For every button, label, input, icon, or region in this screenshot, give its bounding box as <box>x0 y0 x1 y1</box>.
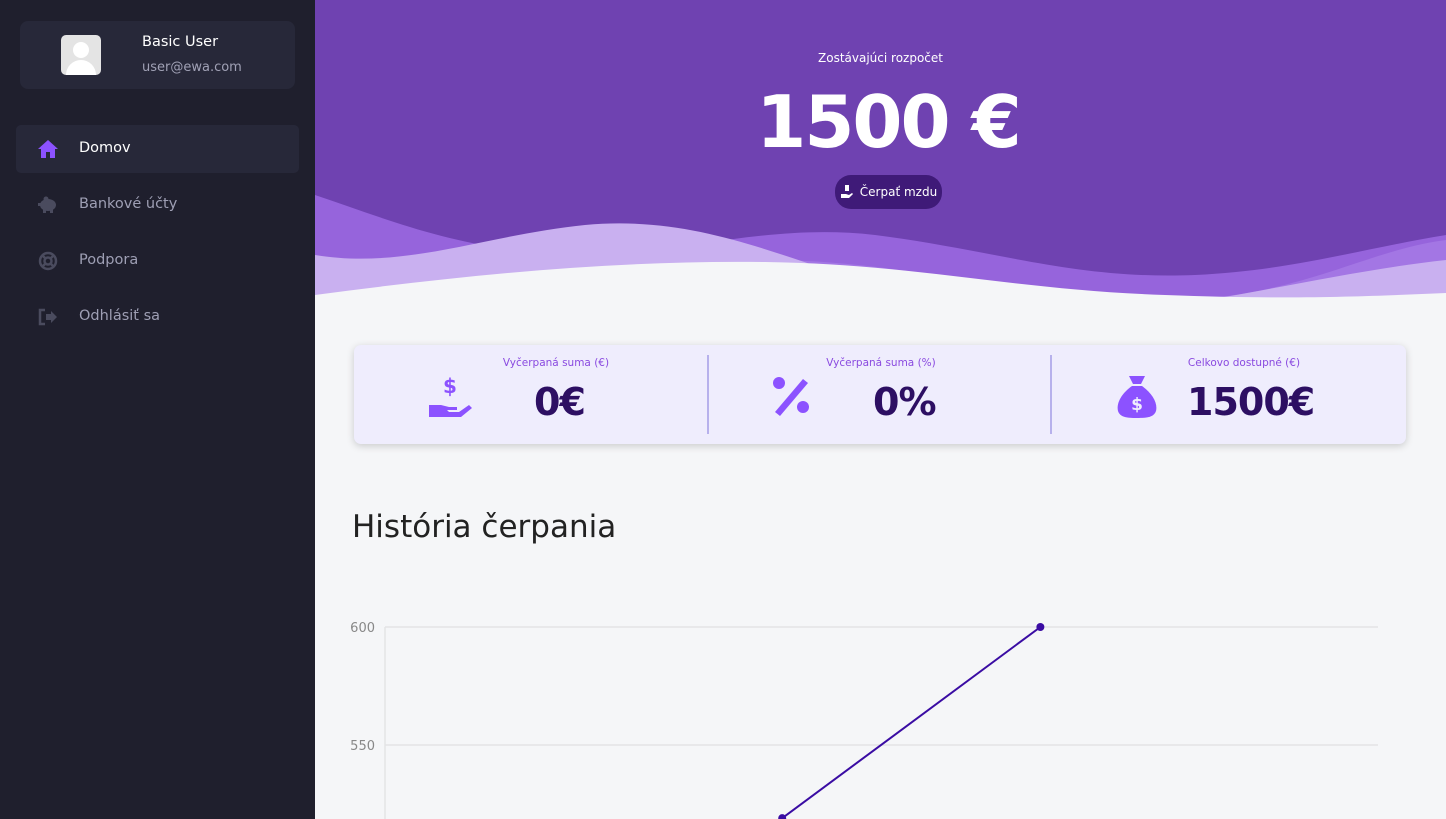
hand-money-icon <box>840 185 853 198</box>
hero-label: Zostávajúci rozpočet <box>818 51 943 65</box>
stat-caption: Vyčerpaná suma (%) <box>826 357 936 369</box>
logout-icon <box>38 308 57 326</box>
stat-value: 1500€ <box>1187 380 1315 424</box>
history-title: História čerpania <box>352 509 617 545</box>
user-name: Basic User <box>142 34 219 50</box>
hand-dollar-icon: $ <box>429 375 472 417</box>
home-icon <box>38 140 58 158</box>
main-content: Zostávajúci rozpočet 1500 € Čerpať mzdu … <box>315 0 1446 819</box>
avatar <box>61 35 101 75</box>
draw-salary-label: Čerpať mzdu <box>859 185 938 199</box>
user-email: user@ewa.com <box>142 60 242 75</box>
y-tick-label: 600 <box>350 621 375 636</box>
sidebar: Basic User user@ewa.com Domov Bankové úč… <box>0 0 315 819</box>
sidebar-nav: Domov Bankové účty Podpora Odhlásiť sa <box>16 125 299 349</box>
stat-caption: Celkovo dostupné (€) <box>1187 357 1301 369</box>
percent-icon <box>773 377 809 416</box>
series-line <box>781 626 1041 819</box>
sidebar-item-bankove-ucty[interactable]: Bankové účty <box>16 181 299 229</box>
stat-value: 0% <box>873 380 937 424</box>
sidebar-item-label: Podpora <box>79 252 139 268</box>
user-profile-card[interactable]: Basic User user@ewa.com <box>20 21 295 89</box>
sidebar-item-podpora[interactable]: Podpora <box>16 237 299 285</box>
svg-text:$: $ <box>1131 395 1143 415</box>
y-tick-label: 550 <box>350 739 375 754</box>
sidebar-item-domov[interactable]: Domov <box>16 125 299 173</box>
piggy-bank-icon <box>38 196 56 213</box>
sidebar-item-label: Odhlásiť sa <box>79 308 161 324</box>
sidebar-item-odhlasit-sa[interactable]: Odhlásiť sa <box>16 293 299 341</box>
budget-hero: Zostávajúci rozpočet 1500 € Čerpať mzdu <box>315 0 1446 330</box>
hero-wave-background <box>315 0 1446 330</box>
sidebar-item-label: Bankové účty <box>79 196 178 212</box>
stat-value: 0€ <box>534 380 586 424</box>
data-point[interactable] <box>1036 623 1045 631</box>
stats-card: Vyčerpaná suma (€) $ 0€ Vyčerpaná suma (… <box>354 345 1406 444</box>
money-bag-icon: $ <box>1117 376 1157 418</box>
sidebar-item-label: Domov <box>79 140 131 156</box>
history-line-chart: 600 550 <box>350 621 1378 819</box>
stat-spent-eur: Vyčerpaná suma (€) $ 0€ <box>354 345 698 444</box>
draw-salary-button[interactable]: Čerpať mzdu <box>835 175 942 209</box>
remaining-budget-value: 1500 € <box>756 80 1022 164</box>
svg-text:$: $ <box>443 375 457 398</box>
stat-caption: Vyčerpaná suma (€) <box>502 357 610 369</box>
stat-spent-percent: Vyčerpaná suma (%) 0% <box>709 345 1053 444</box>
stat-total-available: Celkovo dostupné (€) $ 1500€ <box>1052 345 1396 444</box>
lifebuoy-icon <box>38 251 58 271</box>
